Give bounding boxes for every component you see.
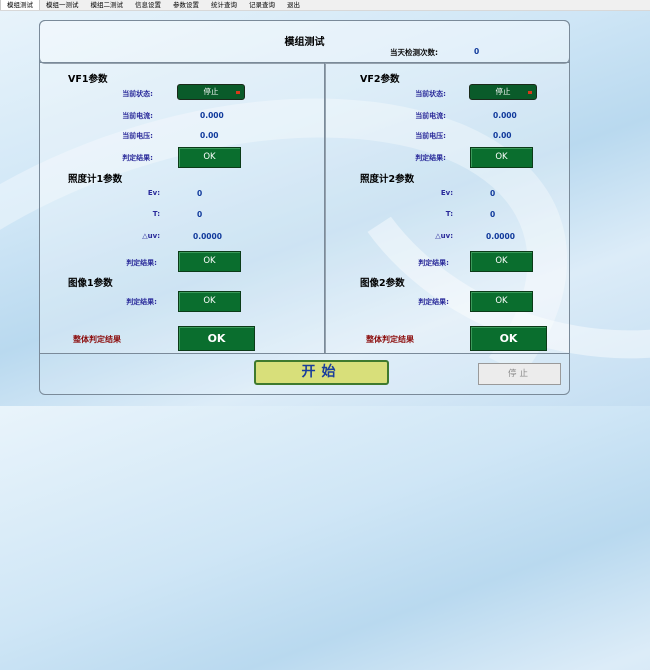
vf1-voltage-value: 0.00 [200,131,219,140]
lux2-t-value: 0 [490,210,496,219]
vf1-result-label: 判定结果: [122,154,153,162]
lux2-duv-label: △uv: [435,232,453,240]
image2-title: 图像2参数 [360,278,405,289]
lux2-result-ok: OK [470,251,533,272]
status-led-icon [236,91,240,94]
lux1-result-ok: OK [178,251,241,272]
stop-button[interactable]: 停止 [478,363,561,385]
lux2-result-label: 判定结果: [418,259,449,267]
image1-result-label: 判定结果: [126,298,157,306]
vf1-result-ok: OK [178,147,241,168]
module-2-overall-label: 整体判定结果 [366,335,414,344]
vf1-current-value: 0.000 [200,111,224,120]
title-box: 模组测试 [39,20,570,64]
vf2-result-label: 判定结果: [415,154,446,162]
vf2-title: VF2参数 [360,74,400,85]
vf2-current-value: 0.000 [493,111,517,120]
lux1-ev-value: 0 [197,189,203,198]
vf2-status-indicator: 停止 [469,84,537,100]
start-button[interactable]: 开始 [254,360,389,385]
menu-item-exit[interactable]: 退出 [281,0,306,10]
lux1-duv-label: △uv: [142,232,160,240]
vf2-current-label: 当前电流: [415,112,446,120]
vf2-status-value: 停止 [495,87,511,96]
menu-item-param-settings[interactable]: 参数设置 [167,0,205,10]
menu-item-module-2-test[interactable]: 模组二测试 [85,0,130,10]
lux2-ev-label: Ev: [440,189,453,197]
vf1-status-value: 停止 [203,87,219,96]
vf2-voltage-value: 0.00 [493,131,512,140]
module-2-panel [324,62,570,354]
image2-result-label: 判定结果: [418,298,449,306]
lux2-t-label: T: [445,210,453,218]
module-2-overall-ok: OK [470,326,547,351]
lux1-t-value: 0 [197,210,203,219]
lux2-title: 照度计2参数 [360,174,415,185]
lux2-duv-value: 0.0000 [486,232,515,241]
vf2-status-label: 当前状态: [415,90,446,98]
vf1-current-label: 当前电流: [122,112,153,120]
daily-count-value: 0 [474,47,480,56]
status-led-icon [528,91,532,94]
vf1-status-indicator: 停止 [177,84,245,100]
lux1-ev-label: Ev: [147,189,160,197]
menu-item-module-1-test[interactable]: 模组一测试 [40,0,85,10]
lux2-ev-value: 0 [490,189,496,198]
vf1-status-label: 当前状态: [122,90,153,98]
image1-result-ok: OK [178,291,241,312]
menu-item-info-settings[interactable]: 信息设置 [129,0,167,10]
menu-item-records[interactable]: 记录查询 [243,0,281,10]
image2-result-ok: OK [470,291,533,312]
menu-bar: 模组测试 模组一测试 模组二测试 信息设置 参数设置 统计查询 记录查询 退出 [0,0,650,11]
menu-item-module-test[interactable]: 模组测试 [0,0,40,10]
module-1-overall-ok: OK [178,326,255,351]
daily-count-label: 当天检测次数: [390,48,438,57]
lux1-title: 照度计1参数 [68,174,123,185]
lux1-t-label: T: [152,210,160,218]
menu-item-statistics[interactable]: 统计查询 [205,0,243,10]
module-1-overall-label: 整体判定结果 [73,335,121,344]
vf1-voltage-label: 当前电压: [122,132,153,140]
image1-title: 图像1参数 [68,278,113,289]
lux1-result-label: 判定结果: [126,259,157,267]
lux1-duv-value: 0.0000 [193,232,222,241]
page-title: 模组测试 [284,37,325,48]
vf1-title: VF1参数 [68,74,108,85]
vf2-voltage-label: 当前电压: [415,132,446,140]
vf2-result-ok: OK [470,147,533,168]
